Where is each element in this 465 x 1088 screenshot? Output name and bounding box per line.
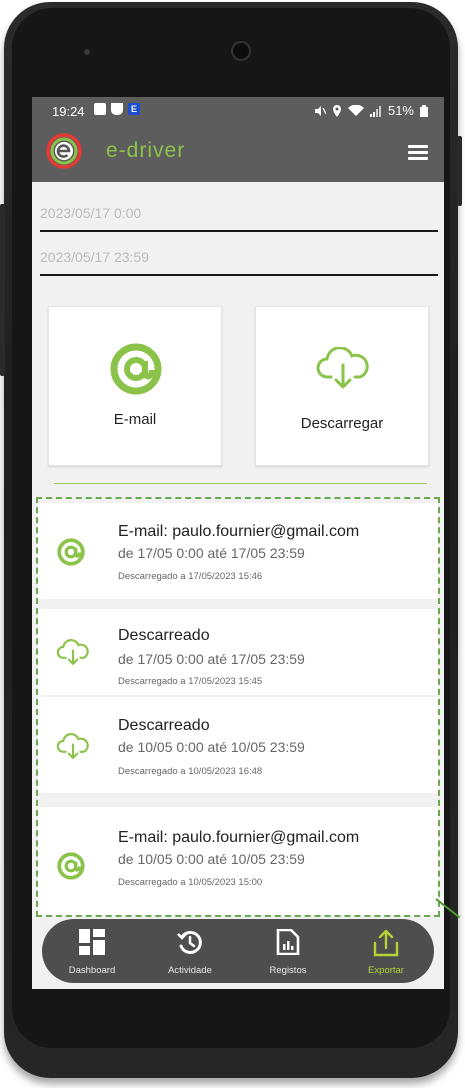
- history-item-title: Descarreado: [118, 717, 210, 734]
- history-item[interactable]: Descarreado de 10/05 0:00 até 10/05 23:5…: [38, 697, 438, 793]
- nav-records-label: Registos: [269, 965, 307, 976]
- history-item-title: Descarreado: [118, 627, 210, 644]
- app-header: e-driver: [32, 125, 444, 182]
- history-item-range: de 17/05 0:00 até 17/05 23:59: [118, 545, 305, 561]
- nav-export-label: Exportar: [368, 965, 404, 976]
- history-item-meta: Descarregado a 17/05/2023 15:45: [118, 676, 263, 687]
- history-item[interactable]: Descarreado de 17/05 0:00 até 17/05 23:5…: [38, 609, 438, 695]
- cloud-download-icon: [56, 733, 89, 759]
- location-icon: [332, 104, 341, 117]
- cup-notification-icon: [111, 103, 123, 115]
- battery-percent: 51%: [387, 103, 414, 118]
- export-icon: [373, 929, 399, 957]
- signal-icon: [369, 105, 381, 117]
- cloud-download-icon: [56, 639, 89, 665]
- history-item-range: de 10/05 0:00 até 10/05 23:59: [118, 851, 305, 867]
- report-icon: [276, 929, 300, 955]
- section-divider: [54, 483, 427, 484]
- nav-dashboard[interactable]: Dashboard: [48, 919, 136, 983]
- at-icon: [57, 538, 85, 566]
- email-export-button[interactable]: E-mail: [48, 306, 222, 466]
- app-screen: 19:24 E 51% e-driver 2023/05/17 0:00 202…: [32, 97, 444, 989]
- e-notification-icon: E: [128, 103, 140, 115]
- bottom-navigation: Dashboard Actividade Registos Exportar: [42, 919, 434, 983]
- history-item-meta: Descarregado a 17/05/2023 15:46: [118, 571, 263, 582]
- history-item-range: de 10/05 0:00 até 10/05 23:59: [118, 739, 305, 755]
- export-history-list: E-mail: paulo.fournier@gmail.com de 17/0…: [36, 497, 440, 917]
- side-button-left: [0, 204, 5, 376]
- proximity-sensor: [84, 49, 90, 55]
- dashboard-icon: [79, 929, 105, 955]
- download-export-button[interactable]: Descarregar: [255, 306, 429, 466]
- start-date-input[interactable]: [40, 196, 438, 232]
- history-icon: [177, 930, 202, 954]
- end-date-input[interactable]: [40, 240, 438, 276]
- end-date-field[interactable]: [40, 240, 438, 280]
- history-item-meta: Descarregado a 10/05/2023 16:48: [118, 766, 263, 777]
- nav-dashboard-label: Dashboard: [68, 965, 116, 976]
- front-camera: [231, 41, 251, 61]
- phone-frame: 19:24 E 51% e-driver 2023/05/17 0:00 202…: [0, 2, 462, 1078]
- history-item[interactable]: E-mail: paulo.fournier@gmail.com de 17/0…: [38, 503, 438, 599]
- history-item-title: E-mail: paulo.fournier@gmail.com: [118, 523, 360, 540]
- app-brand: e-driver: [106, 139, 186, 162]
- mute-icon: [314, 105, 326, 116]
- nav-export[interactable]: Exportar: [342, 919, 430, 983]
- nav-activity-label: Actividade: [168, 965, 212, 976]
- email-export-label: E-mail: [113, 411, 157, 428]
- start-date-field[interactable]: [40, 196, 438, 236]
- at-icon: [57, 852, 85, 880]
- cloud-download-icon: [316, 347, 369, 389]
- download-export-label: Descarregar: [300, 415, 384, 432]
- history-item-range: de 17/05 0:00 até 17/05 23:59: [118, 651, 305, 667]
- logo-icon: [46, 133, 82, 169]
- wifi-icon: [347, 104, 364, 116]
- hamburger-menu-icon[interactable]: [408, 145, 428, 161]
- side-button-right: [457, 136, 462, 206]
- history-item[interactable]: E-mail: paulo.fournier@gmail.com de 10/0…: [38, 807, 438, 915]
- battery-icon: [420, 104, 428, 117]
- at-icon: [110, 343, 162, 395]
- nav-records[interactable]: Registos: [244, 919, 332, 983]
- history-item-title: E-mail: paulo.fournier@gmail.com: [118, 829, 360, 846]
- history-item-meta: Descarregado a 10/05/2023 15:00: [118, 877, 263, 888]
- status-time: 19:24: [52, 104, 85, 119]
- nav-activity[interactable]: Actividade: [146, 919, 234, 983]
- gallery-notification-icon: [94, 103, 106, 115]
- status-bar: 19:24 E 51%: [32, 97, 444, 125]
